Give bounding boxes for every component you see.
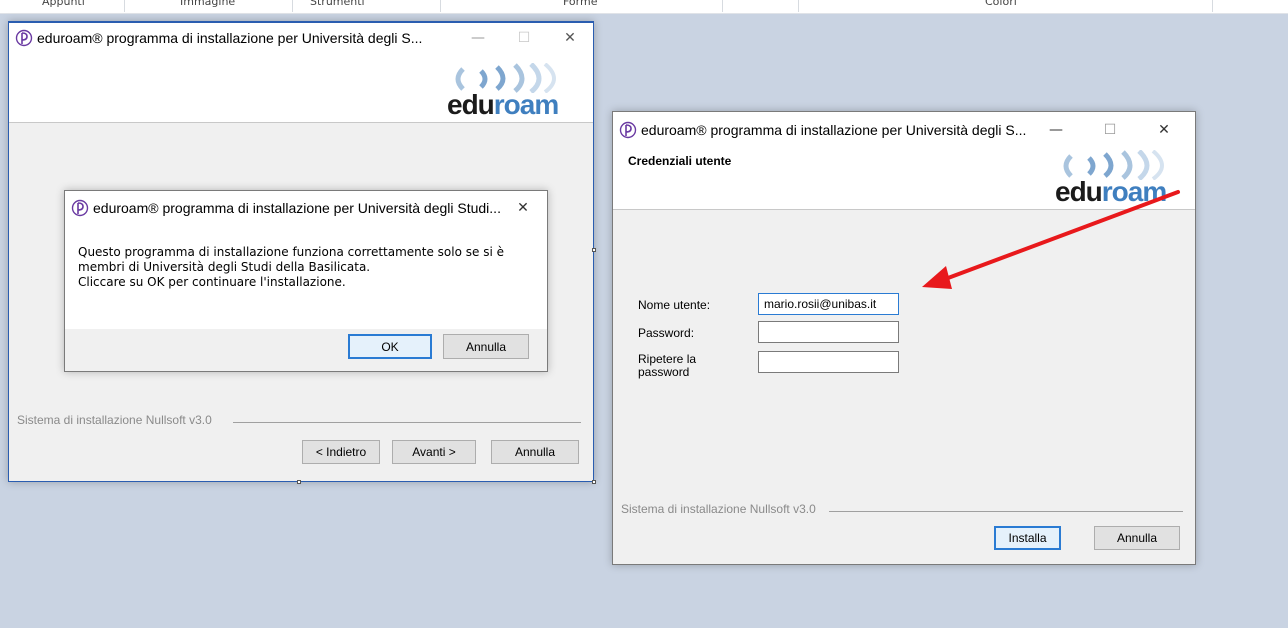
arrow-head	[922, 266, 952, 289]
annotation-arrow	[922, 190, 1180, 289]
arrow-shaft	[938, 190, 1180, 283]
